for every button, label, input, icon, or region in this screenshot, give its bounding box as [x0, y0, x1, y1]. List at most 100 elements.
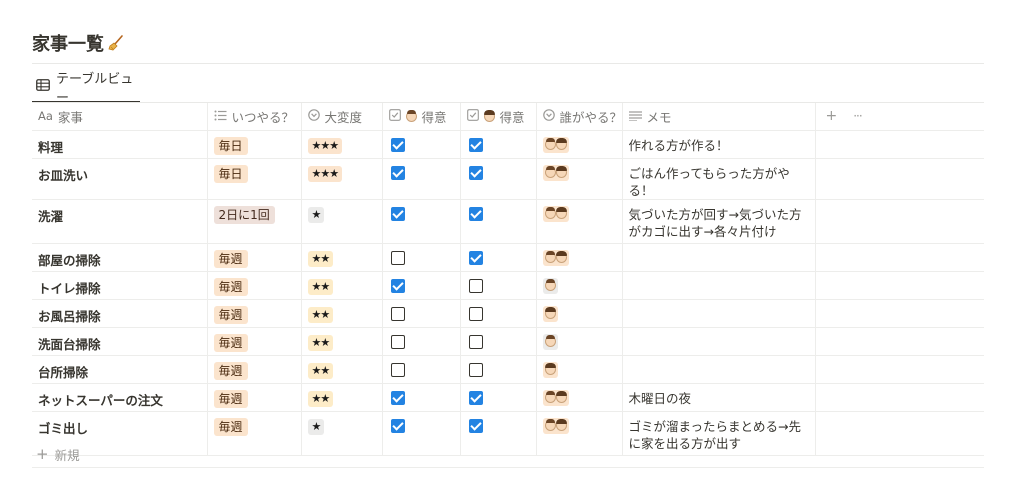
effort-tag: ★: [307, 206, 325, 223]
table-row[interactable]: 洗濯 2日に1回 ★ 気づいた方が回す→気づいた方がカゴに出す→各々片付け: [32, 199, 984, 244]
good-a-cell: [382, 158, 461, 200]
memo-cell[interactable]: 気づいた方が回す→気づいた方がカゴに出す→各々片付け: [622, 199, 816, 244]
table-row[interactable]: 料理 毎日 ★★★ 作れる方が作る！: [32, 130, 984, 159]
effort-cell[interactable]: ★★: [301, 355, 383, 384]
task-cell[interactable]: 部屋の掃除: [32, 243, 208, 272]
column-header-freq[interactable]: いつやる？: [207, 103, 302, 131]
good-a-checkbox[interactable]: [390, 334, 405, 349]
memo-cell[interactable]: ごはん作ってもらった方がやる！: [622, 158, 816, 200]
table-row[interactable]: トイレ掃除 毎週 ★★: [32, 271, 984, 300]
task-cell[interactable]: お風呂掃除: [32, 299, 208, 328]
freq-cell[interactable]: 毎週: [207, 299, 302, 328]
memo-cell[interactable]: [622, 243, 816, 272]
who-cell[interactable]: [536, 199, 623, 244]
task-name: 洗面台掃除: [38, 336, 101, 352]
who-cell[interactable]: [536, 355, 623, 384]
who-cell[interactable]: [536, 327, 623, 356]
good-b-checkbox[interactable]: [468, 278, 483, 293]
freq-cell[interactable]: 2日に1回: [207, 199, 302, 244]
good-a-checkbox[interactable]: [390, 390, 405, 405]
boy-face-icon: [544, 391, 556, 403]
table-row[interactable]: お皿洗い 毎日 ★★★ ごはん作ってもらった方がやる！: [32, 158, 984, 200]
good-b-checkbox[interactable]: [468, 306, 483, 321]
column-header-actions: + ···: [815, 103, 984, 131]
freq-cell[interactable]: 毎週: [207, 383, 302, 412]
freq-cell[interactable]: 毎週: [207, 243, 302, 272]
task-cell[interactable]: 料理: [32, 130, 208, 159]
task-cell[interactable]: トイレ掃除: [32, 271, 208, 300]
freq-cell[interactable]: 毎日: [207, 158, 302, 200]
table-row[interactable]: お風呂掃除 毎週 ★★: [32, 299, 984, 328]
table-row[interactable]: 部屋の掃除 毎週 ★★: [32, 243, 984, 272]
good-a-checkbox[interactable]: [390, 418, 405, 433]
memo-cell[interactable]: [622, 355, 816, 384]
column-header-effort[interactable]: 大変度: [301, 103, 383, 131]
who-cell[interactable]: [536, 243, 623, 272]
task-cell[interactable]: 洗面台掃除: [32, 327, 208, 356]
text-lines-icon: [628, 109, 642, 124]
table-row[interactable]: 台所掃除 毎週 ★★: [32, 355, 984, 384]
chores-table: Aa 家事 いつやる？ 大変度 得意 得意 誰がやる？ メモ + ··· 料理 …: [32, 103, 984, 456]
effort-cell[interactable]: ★★★: [301, 158, 383, 200]
good-a-checkbox[interactable]: [390, 165, 405, 180]
memo-cell[interactable]: [622, 271, 816, 300]
who-cell[interactable]: [536, 158, 623, 200]
task-cell[interactable]: 洗濯: [32, 199, 208, 244]
column-header-good-a[interactable]: 得意: [382, 103, 461, 131]
tab-table-view[interactable]: テーブルビュー: [32, 72, 140, 106]
effort-cell[interactable]: ★★: [301, 299, 383, 328]
more-options-button[interactable]: ···: [853, 109, 863, 123]
table-row[interactable]: ネットスーパーの注文 毎週 ★★ 木曜日の夜: [32, 383, 984, 412]
effort-cell[interactable]: ★★: [301, 271, 383, 300]
effort-cell[interactable]: ★: [301, 199, 383, 244]
good-b-checkbox[interactable]: [468, 418, 483, 433]
freq-cell[interactable]: 毎週: [207, 271, 302, 300]
column-header-memo[interactable]: メモ: [622, 103, 816, 131]
task-cell[interactable]: ネットスーパーの注文: [32, 383, 208, 412]
good-b-checkbox[interactable]: [468, 362, 483, 377]
good-b-checkbox[interactable]: [468, 206, 483, 221]
boy-face-icon: [544, 335, 556, 347]
effort-cell[interactable]: ★★★: [301, 130, 383, 159]
effort-cell[interactable]: ★★: [301, 327, 383, 356]
memo-cell[interactable]: 木曜日の夜: [622, 383, 816, 412]
memo-cell[interactable]: [622, 299, 816, 328]
empty-cell: [815, 355, 984, 384]
add-property-button[interactable]: +: [826, 108, 838, 124]
good-b-checkbox[interactable]: [468, 390, 483, 405]
task-cell[interactable]: お皿洗い: [32, 158, 208, 200]
good-a-checkbox[interactable]: [390, 362, 405, 377]
task-name: 洗濯: [38, 208, 64, 224]
good-a-checkbox[interactable]: [390, 278, 405, 293]
freq-cell[interactable]: 毎日: [207, 130, 302, 159]
freq-cell[interactable]: 毎週: [207, 355, 302, 384]
plus-icon: +: [36, 444, 49, 463]
column-header-good-b[interactable]: 得意: [460, 103, 537, 131]
column-header-who[interactable]: 誰がやる？: [536, 103, 623, 131]
column-header-task[interactable]: Aa 家事: [32, 103, 208, 131]
table-row[interactable]: 洗面台掃除 毎週 ★★: [32, 327, 984, 356]
freq-tag: 毎週: [213, 277, 248, 296]
who-cell[interactable]: [536, 299, 623, 328]
good-b-checkbox[interactable]: [468, 165, 483, 180]
add-new-row-button[interactable]: + 新規: [32, 441, 984, 468]
good-a-checkbox[interactable]: [390, 306, 405, 321]
who-cell[interactable]: [536, 130, 623, 159]
memo-cell[interactable]: [622, 327, 816, 356]
who-cell[interactable]: [536, 383, 623, 412]
good-a-cell: [382, 199, 461, 244]
good-b-checkbox[interactable]: [468, 137, 483, 152]
who-cell[interactable]: [536, 271, 623, 300]
effort-cell[interactable]: ★★: [301, 383, 383, 412]
good-a-checkbox[interactable]: [390, 206, 405, 221]
good-a-checkbox[interactable]: [390, 137, 405, 152]
effort-tag: ★★★: [307, 165, 343, 182]
memo-cell[interactable]: 作れる方が作る！: [622, 130, 816, 159]
good-b-checkbox[interactable]: [468, 250, 483, 265]
effort-cell[interactable]: ★★: [301, 243, 383, 272]
good-a-checkbox[interactable]: [390, 250, 405, 265]
good-b-checkbox[interactable]: [468, 334, 483, 349]
task-cell[interactable]: 台所掃除: [32, 355, 208, 384]
task-name: お風呂掃除: [38, 308, 101, 324]
freq-cell[interactable]: 毎週: [207, 327, 302, 356]
